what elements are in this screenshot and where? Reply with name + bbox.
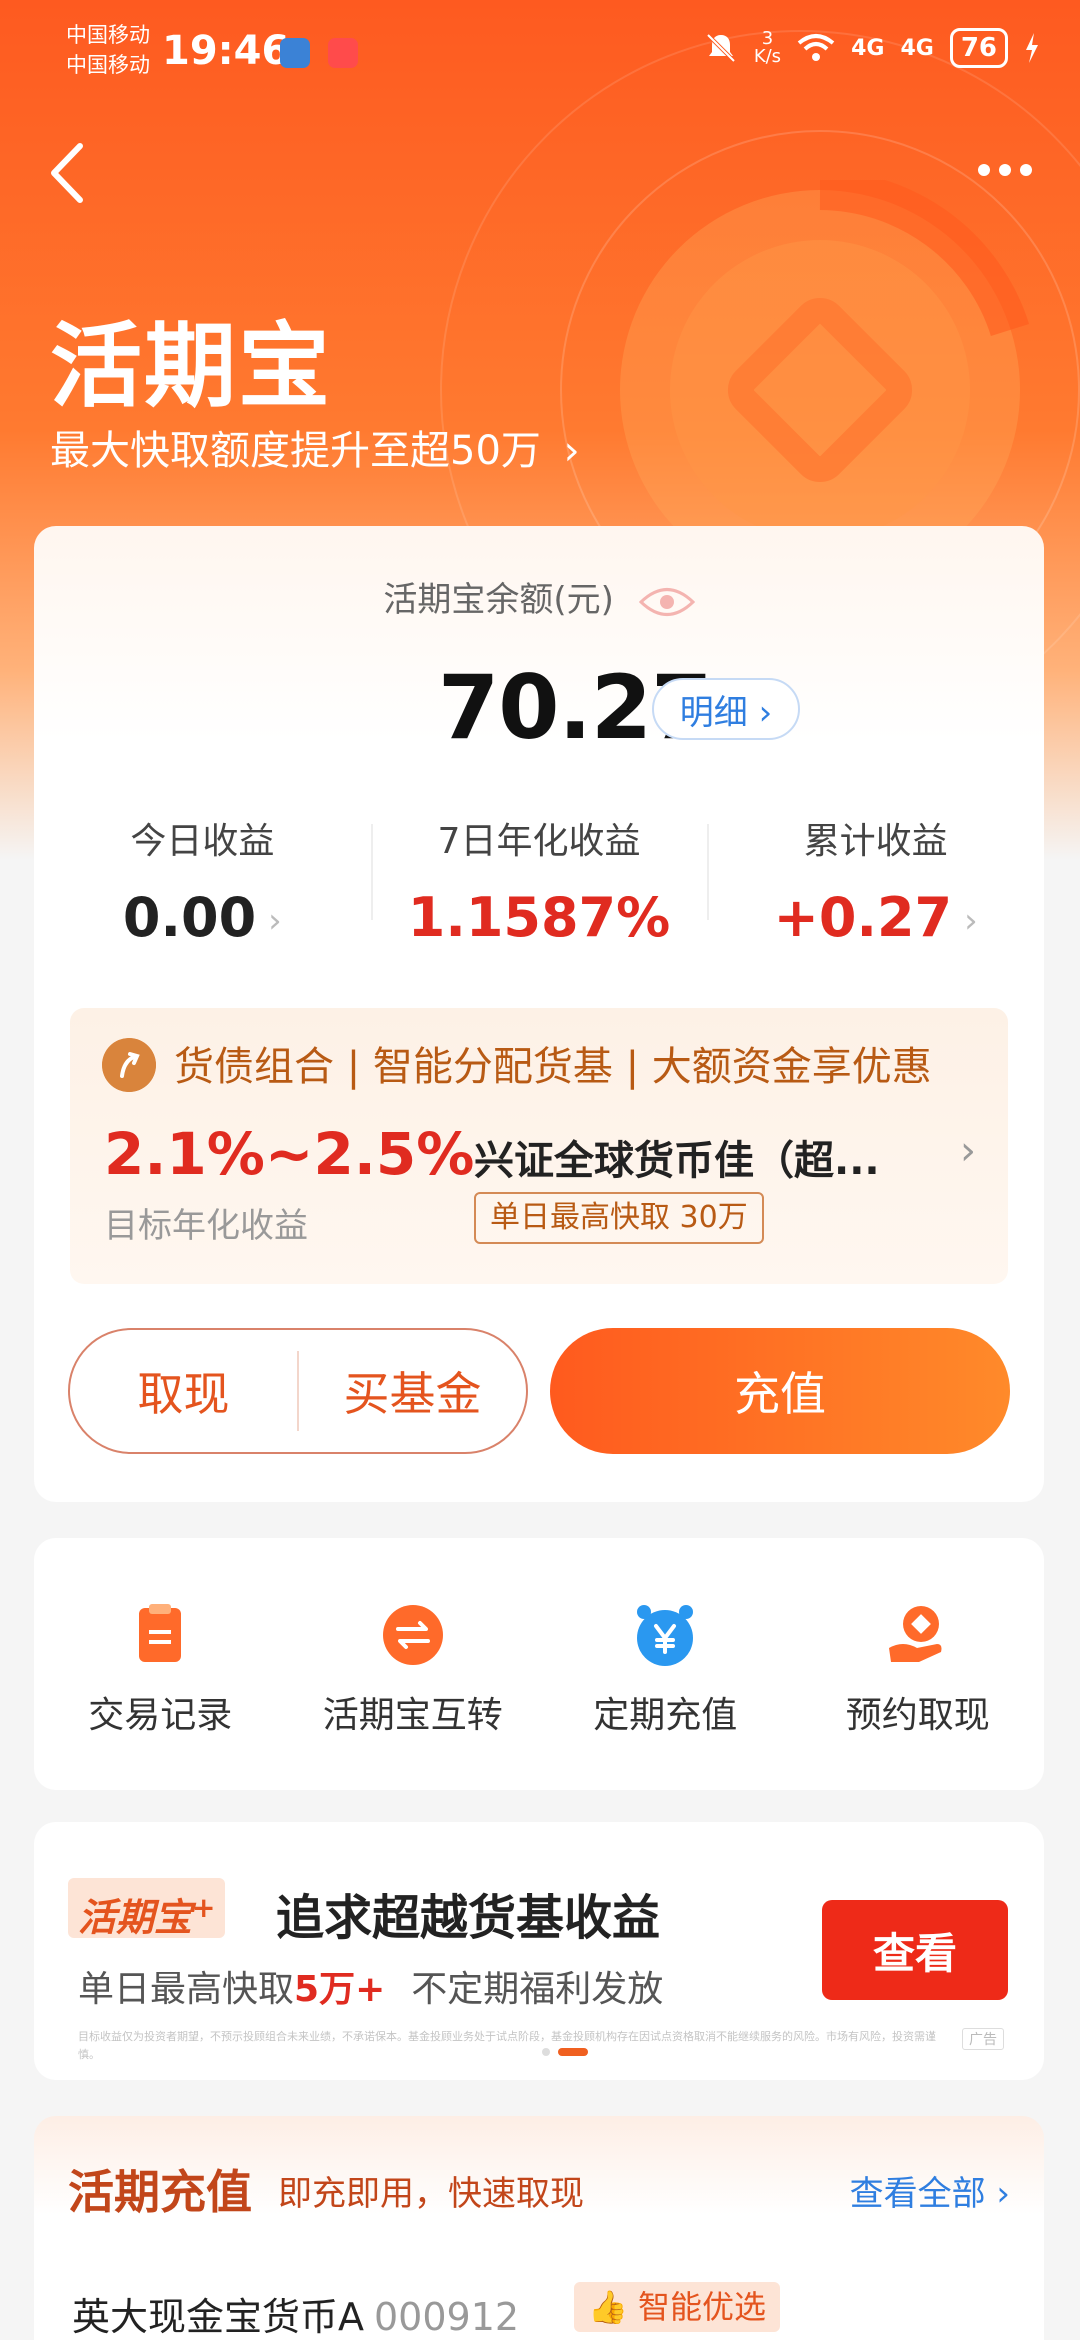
status-icons: 3 K/s 4G 4G 76	[704, 28, 1040, 68]
record-icon	[139, 1604, 182, 1662]
signal-icon: 4G	[851, 35, 885, 61]
chevron-right-icon: ›	[960, 1128, 976, 1174]
promo-title: 货债组合 | 智能分配货基 | 大额资金享优惠	[174, 1044, 932, 1090]
balance-label: 活期宝余额(元)	[383, 580, 614, 620]
detail-button[interactable]: 明细 ›	[652, 678, 800, 740]
app-notification-icon	[280, 38, 310, 68]
withdraw-button[interactable]: 取现	[70, 1358, 297, 1424]
smart-pick-badge: 👍 智能优选	[574, 2282, 781, 2332]
wifi-icon	[797, 34, 835, 61]
eye-icon[interactable]	[638, 585, 695, 619]
fund-name: 英大现金宝货币A	[72, 2295, 364, 2339]
stat-value: +0.27 ›	[773, 886, 978, 949]
transfer-icon	[382, 1605, 443, 1665]
stat-today[interactable]: 今日收益 0.00 ›	[34, 812, 371, 952]
alarm-yen-icon	[637, 1605, 694, 1666]
stat-cumulative[interactable]: 累计收益 +0.27 ›	[707, 812, 1044, 952]
buy-fund-button[interactable]: 买基金	[299, 1358, 526, 1424]
func-label: 预约取现	[845, 1695, 990, 1736]
ad-disclaimer: 目标收益仅为投资者期望，不预示投顾组合未来业绩，不承诺保本。基金投顾业务处于试点…	[78, 2030, 936, 2061]
func-label: 活期宝互转	[322, 1695, 503, 1736]
func-scheduled-recharge[interactable]: 定期充值	[539, 1538, 792, 1790]
app-notification-icon	[328, 38, 358, 68]
fund-item[interactable]: 英大现金宝货币A 000912	[72, 2286, 519, 2340]
promo-banner[interactable]: 货债组合 | 智能分配货基 | 大额资金享优惠 2.1%~2.5% 目标年化收益…	[70, 1008, 1008, 1284]
subtitle-text: 最大快取额度提升至超50万	[50, 428, 541, 474]
stat-label: 累计收益	[803, 821, 948, 862]
signal-icon: 4G	[900, 35, 934, 61]
carousel-indicator	[542, 2048, 588, 2056]
ad-banner[interactable]: 活期宝+ 追求超越货基收益 单日最高快取5万+ 不定期福利发放 查看 目标收益仅为…	[34, 1822, 1044, 2080]
withdraw-buy-group: 取现 买基金	[68, 1328, 528, 1454]
clock: 19:46	[162, 28, 290, 74]
section-subtitle: 即充即用，快速取现	[278, 2174, 584, 2214]
promo-rate-label: 目标年化收益	[104, 1206, 308, 1246]
charging-icon	[1026, 33, 1038, 63]
hand-coin-icon	[888, 1606, 942, 1662]
stat-value: 0.00 ›	[122, 886, 282, 949]
section-title: 活期充值	[68, 2165, 252, 2219]
chevron-right-icon: ›	[964, 901, 978, 942]
stat-label: 7日年化收益	[437, 821, 641, 862]
balance-label-row: 活期宝余额(元)	[34, 572, 1044, 621]
earnings-stats: 今日收益 0.00 › 7日年化收益 1.1587% 累计收益 +0.27 ›	[34, 812, 1044, 952]
view-button[interactable]: 查看	[822, 1900, 1008, 2000]
net-speed: 3 K/s	[753, 28, 782, 67]
carrier-text: 中国移动 中国移动	[66, 23, 150, 77]
fund-code: 000912	[374, 2295, 520, 2339]
status-bar: 中国移动 中国移动 19:46 3 K/s 4G 4G 76	[0, 0, 1080, 110]
page-title: 活期宝	[50, 313, 333, 420]
stat-value: 1.1587%	[407, 886, 671, 949]
back-icon[interactable]	[44, 138, 94, 208]
func-label: 交易记录	[88, 1695, 233, 1736]
recharge-button[interactable]: 充值	[550, 1328, 1010, 1454]
product-badge: 活期宝+	[68, 1878, 226, 1940]
carousel-dot-active	[558, 2048, 588, 2056]
promo-tag: 单日最高快取 30万	[474, 1192, 764, 1244]
stat-label: 今日收益	[130, 821, 275, 862]
ad-title: 追求超越货基收益	[276, 1890, 661, 1946]
view-all-link[interactable]: 查看全部 ›	[850, 2166, 1010, 2215]
recharge-list-card: 活期充值 即充即用，快速取现 查看全部 › 英大现金宝货币A 000912 👍 智…	[34, 2116, 1044, 2340]
arrow-up-coin-icon	[102, 1038, 156, 1092]
func-label: 定期充值	[593, 1695, 738, 1736]
func-transaction-records[interactable]: 交易记录	[34, 1538, 287, 1790]
promo-rate: 2.1%~2.5%	[104, 1120, 475, 1188]
chevron-right-icon: ›	[268, 901, 282, 942]
more-menu-icon[interactable]	[970, 150, 1040, 190]
carousel-dot	[542, 2048, 550, 2056]
promo-fund-name: 兴证全球货币佳（超...	[474, 1138, 880, 1184]
func-scheduled-withdraw[interactable]: 预约取现	[792, 1538, 1045, 1790]
battery-icon: 76	[949, 28, 1008, 68]
chevron-right-icon: ›	[563, 428, 580, 474]
stat-7day-yield: 7日年化收益 1.1587%	[370, 812, 708, 952]
thumbs-up-icon: 👍	[588, 2288, 628, 2326]
func-transfer[interactable]: 活期宝互转	[287, 1538, 540, 1790]
balance-card: 活期宝余额(元) 70.27 明细 › 今日收益 0.00 › 7日年化收益 1.…	[34, 526, 1044, 1502]
promo-subtitle-link[interactable]: 最大快取额度提升至超50万 ›	[50, 418, 580, 476]
function-grid: 交易记录 活期宝互转 定期充值 预约取现	[34, 1538, 1044, 1790]
bell-muted-icon	[706, 33, 736, 63]
ad-subtitle: 单日最高快取5万+ 不定期福利发放	[78, 1969, 664, 2010]
ad-label: 广告	[962, 2028, 1004, 2050]
